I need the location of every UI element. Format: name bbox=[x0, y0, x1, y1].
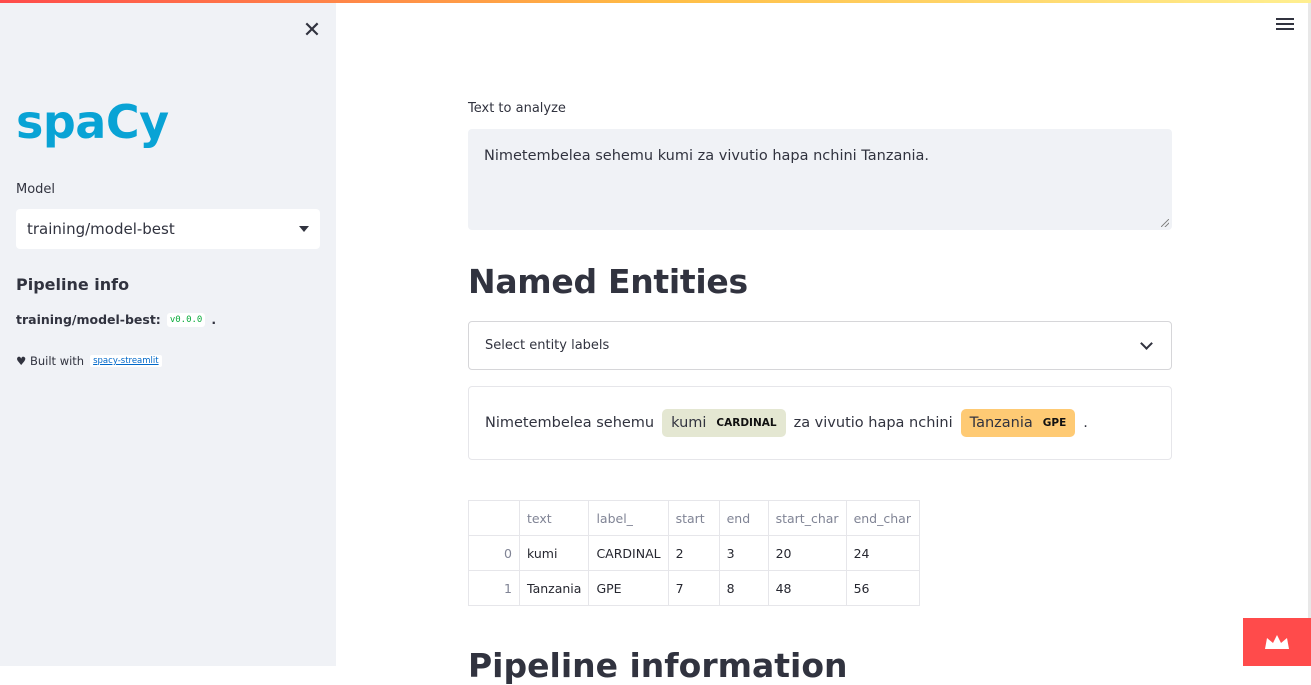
entity-text-segment: . bbox=[1083, 415, 1088, 431]
table-cell[interactable]: Tanzania bbox=[518, 570, 590, 606]
streamlit-badge[interactable] bbox=[1243, 618, 1311, 666]
entity-mark-text: Tanzania bbox=[969, 415, 1033, 431]
table-header-row: text label_ start end start_char end_cha… bbox=[468, 500, 920, 536]
close-sidebar-icon[interactable]: ✕ bbox=[298, 17, 326, 45]
text-to-analyze-input[interactable]: Nimetembelea sehemu kumi za vivutio hapa… bbox=[468, 129, 1172, 230]
entity-text-segment: za vivutio hapa nchini bbox=[793, 415, 953, 431]
table-cell[interactable]: CARDINAL bbox=[588, 535, 669, 571]
entity-mark-label: CARDINAL bbox=[716, 417, 777, 429]
built-with-text: ♥ Built with bbox=[16, 354, 85, 368]
entities-table[interactable]: text label_ start end start_char end_cha… bbox=[468, 500, 920, 606]
text-to-analyze-value: Nimetembelea sehemu kumi za vivutio hapa… bbox=[484, 148, 930, 164]
table-cell-index[interactable]: 1 bbox=[468, 570, 520, 606]
entity-mark-gpe: Tanzania GPE bbox=[960, 409, 1076, 437]
entity-visualization: Nimetembelea sehemu kumi CARDINAL za viv… bbox=[468, 386, 1172, 460]
spacy-streamlit-link[interactable]: spacy-streamlit bbox=[90, 355, 162, 367]
entity-text-segment: Nimetembelea sehemu bbox=[485, 415, 655, 431]
caret-down-icon bbox=[299, 226, 309, 232]
entity-select-placeholder: Select entity labels bbox=[485, 338, 610, 353]
model-select-value: training/model-best bbox=[27, 220, 175, 238]
sidebar: ✕ spaCy Model training/model-best Pipeli… bbox=[0, 3, 336, 666]
table-cell[interactable]: 3 bbox=[718, 535, 769, 571]
column-header-start[interactable]: start bbox=[667, 500, 720, 536]
table-row: 0 kumi CARDINAL 2 3 20 24 bbox=[468, 535, 920, 571]
spacy-logo: spaCy bbox=[16, 95, 169, 149]
column-header-index[interactable] bbox=[468, 500, 520, 536]
table-cell[interactable]: 2 bbox=[667, 535, 720, 571]
column-header-start-char[interactable]: start_char bbox=[767, 500, 847, 536]
pipeline-name: training/model-best: bbox=[16, 312, 161, 327]
table-cell-index[interactable]: 0 bbox=[468, 535, 520, 571]
model-label: Model bbox=[16, 182, 56, 197]
table-cell[interactable]: 20 bbox=[767, 535, 847, 571]
entity-mark-label: GPE bbox=[1042, 417, 1067, 429]
crown-icon bbox=[1265, 635, 1289, 649]
entity-mark-text: kumi bbox=[671, 415, 707, 431]
pipeline-suffix: . bbox=[211, 312, 217, 327]
pipeline-info-line: training/model-best: v0.0.0 . bbox=[16, 312, 216, 327]
column-header-text[interactable]: text bbox=[518, 500, 590, 536]
column-header-end[interactable]: end bbox=[718, 500, 769, 536]
chevron-down-icon bbox=[1140, 337, 1153, 350]
built-with-line: ♥ Built with spacy-streamlit bbox=[16, 354, 162, 368]
hamburger-menu-icon[interactable] bbox=[1276, 18, 1294, 32]
entity-mark-cardinal: kumi CARDINAL bbox=[662, 409, 786, 437]
table-cell[interactable]: 48 bbox=[767, 570, 847, 606]
column-header-end-char[interactable]: end_char bbox=[845, 500, 920, 536]
table-row: 1 Tanzania GPE 7 8 48 56 bbox=[468, 570, 920, 606]
table-cell[interactable]: kumi bbox=[518, 535, 590, 571]
table-cell[interactable]: 8 bbox=[718, 570, 769, 606]
table-cell[interactable]: 24 bbox=[845, 535, 920, 571]
model-select[interactable]: training/model-best bbox=[16, 209, 320, 249]
entity-label-select[interactable]: Select entity labels bbox=[468, 321, 1172, 370]
named-entities-heading: Named Entities bbox=[468, 262, 748, 301]
pipeline-version-badge: v0.0.0 bbox=[166, 312, 206, 327]
resize-handle-icon[interactable] bbox=[1161, 219, 1169, 227]
table-cell[interactable]: 7 bbox=[667, 570, 720, 606]
text-to-analyze-label: Text to analyze bbox=[468, 101, 566, 116]
pipeline-info-heading: Pipeline info bbox=[16, 275, 130, 294]
column-header-label[interactable]: label_ bbox=[588, 500, 669, 536]
table-cell[interactable]: GPE bbox=[588, 570, 669, 606]
table-cell[interactable]: 56 bbox=[845, 570, 920, 606]
